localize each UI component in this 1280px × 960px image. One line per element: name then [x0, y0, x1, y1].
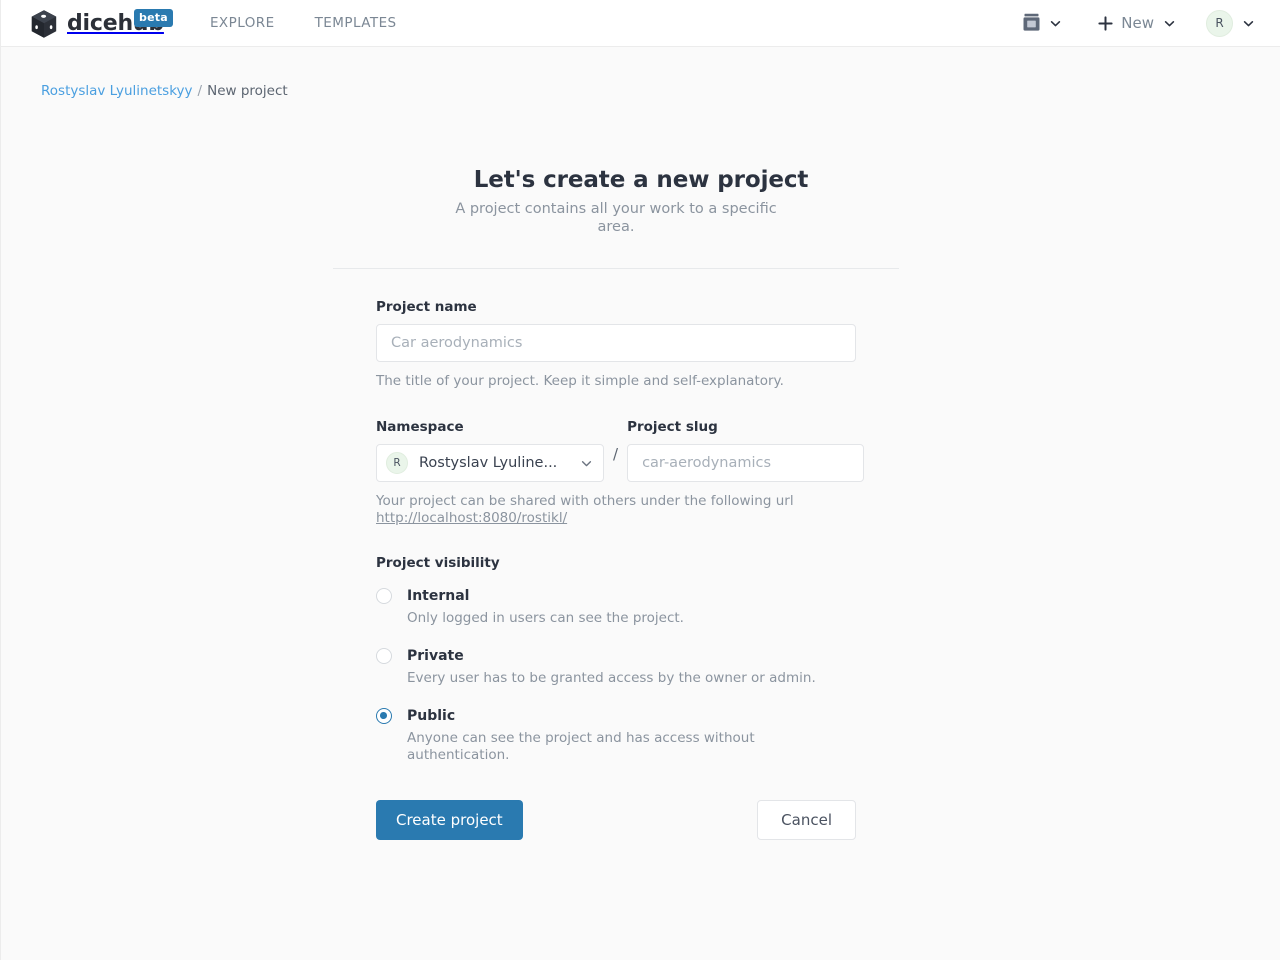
new-project-form: Project name The title of your project. …	[376, 296, 865, 840]
namespace-label: Namespace	[376, 419, 464, 435]
chevron-down-icon	[1243, 20, 1254, 26]
visibility-option-internal[interactable]: Internal Only logged in users can see th…	[376, 588, 856, 627]
visibility-internal-description: Only logged in users can see the project…	[407, 610, 684, 626]
namespace-field: Namespace R Rostyslav Lyuline...	[376, 416, 604, 482]
nav-link-explore[interactable]: EXPLORE	[210, 15, 275, 31]
new-menu-button[interactable]: New	[1098, 13, 1176, 32]
page-root: dicehub beta EXPLORE TEMPLATES New R Ros…	[0, 0, 1280, 960]
primary-nav: EXPLORE TEMPLATES	[210, 15, 397, 31]
breadcrumb: Rostyslav Lyulinetskyy / New project	[41, 82, 288, 100]
visibility-radio-group: Internal Only logged in users can see th…	[376, 588, 856, 764]
new-menu-label: New	[1121, 13, 1154, 32]
visibility-option-private[interactable]: Private Every user has to be granted acc…	[376, 648, 856, 687]
book-icon	[1023, 13, 1040, 31]
avatar: R	[386, 452, 408, 474]
namespace-selected-value: Rostyslav Lyuline...	[419, 455, 558, 471]
chevron-down-icon	[1164, 20, 1175, 26]
project-url-help: Your project can be shared with others u…	[376, 493, 856, 527]
page-title: Let's create a new project	[473, 167, 809, 193]
breadcrumb-current: New project	[207, 83, 288, 99]
nav-link-templates[interactable]: TEMPLATES	[315, 15, 397, 31]
docs-menu-button[interactable]	[1023, 13, 1062, 33]
plus-icon	[1098, 15, 1113, 31]
chevron-down-icon	[1051, 20, 1061, 26]
top-navbar: dicehub beta EXPLORE TEMPLATES New R	[1, 0, 1280, 47]
visibility-public-label: Public	[407, 708, 456, 724]
page-subtitle: A project contains all your work to a sp…	[455, 201, 777, 235]
avatar: R	[1206, 9, 1233, 37]
dice-cube-icon	[31, 10, 57, 38]
visibility-option-public[interactable]: Public Anyone can see the project and ha…	[376, 708, 856, 764]
visibility-private-label: Private	[407, 648, 464, 664]
breadcrumb-separator: /	[197, 83, 203, 99]
visibility-internal-label: Internal	[407, 588, 470, 604]
section-divider	[333, 268, 899, 269]
visibility-private-description: Every user has to be granted access by t…	[407, 670, 816, 686]
radio-internal[interactable]	[376, 588, 392, 604]
radio-private[interactable]	[376, 648, 392, 664]
form-actions: Create project Cancel	[376, 800, 856, 840]
project-url-help-text: Your project can be shared with others u…	[376, 493, 794, 509]
project-slug-label: Project slug	[627, 419, 718, 435]
project-slug-input[interactable]	[627, 444, 865, 482]
beta-badge: beta	[134, 9, 173, 27]
project-url-link[interactable]: http://localhost:8080/rostikl/	[376, 510, 856, 527]
project-name-input[interactable]	[376, 324, 856, 362]
create-project-button[interactable]: Create project	[376, 800, 523, 840]
chevron-down-icon	[581, 460, 592, 466]
cancel-button[interactable]: Cancel	[757, 800, 856, 840]
project-name-help: The title of your project. Keep it simpl…	[376, 373, 784, 389]
breadcrumb-owner-link[interactable]: Rostyslav Lyulinetskyy	[41, 82, 193, 100]
user-menu-button[interactable]: R	[1206, 9, 1255, 37]
project-slug-field: Project slug	[627, 416, 865, 482]
project-name-label: Project name	[376, 299, 477, 315]
radio-public[interactable]	[376, 708, 392, 724]
visibility-public-description: Anyone can see the project and has acces…	[407, 730, 755, 763]
namespace-select[interactable]: R Rostyslav Lyuline...	[376, 444, 604, 482]
visibility-label: Project visibility	[376, 555, 500, 571]
navbar-actions: New R	[1023, 9, 1255, 37]
brand-logo-link[interactable]: dicehub beta	[30, 6, 173, 40]
url-slash-separator: /	[613, 445, 619, 463]
namespace-slug-row: Namespace R Rostyslav Lyuline... / Proje…	[376, 416, 865, 482]
